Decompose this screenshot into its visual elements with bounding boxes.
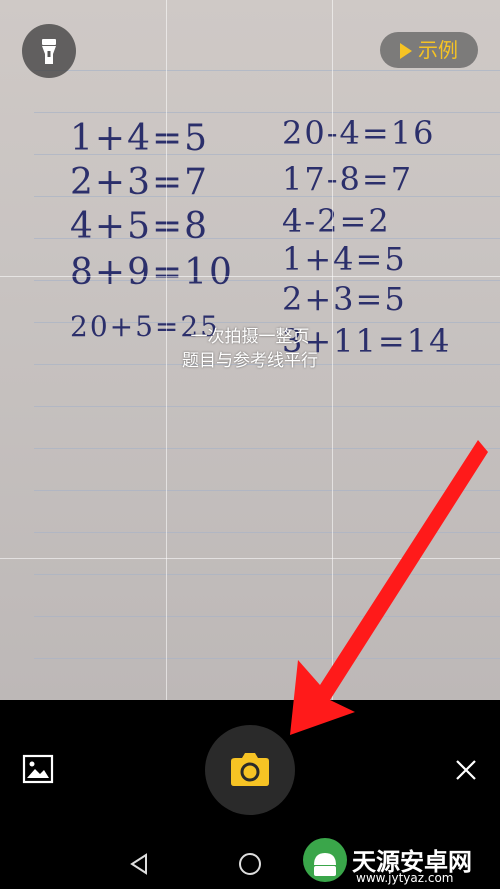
handwritten-equation: 4-2=2 — [282, 202, 391, 240]
camera-viewfinder[interactable]: 1+4=5 2+3=7 4+5=8 8+9=10 20+5=25 20-4=16… — [0, 0, 500, 700]
nav-back-button[interactable] — [126, 850, 154, 878]
image-gallery-icon — [22, 754, 54, 784]
camera-icon — [231, 753, 269, 786]
handwritten-equation: 8+9=10 — [70, 252, 234, 293]
gallery-button[interactable] — [22, 754, 54, 784]
handwritten-equation: 1+4=5 — [70, 118, 210, 159]
watermark-url: www.jytyaz.com — [356, 871, 454, 885]
ruled-line — [34, 448, 500, 449]
home-circle-icon — [239, 853, 261, 875]
play-triangle-icon — [400, 43, 412, 59]
handwritten-equation: 17-8=7 — [282, 160, 414, 198]
handwritten-equation: 1+4=5 — [282, 240, 407, 278]
ruled-line — [34, 616, 500, 617]
back-triangle-icon — [130, 853, 147, 875]
flashlight-icon — [42, 39, 56, 64]
nav-home-button[interactable] — [236, 850, 264, 878]
hint-line-2: 题目与参考线平行 — [182, 351, 318, 371]
handwritten-equation: 2+3=7 — [70, 162, 210, 203]
ruled-line — [34, 532, 500, 533]
close-button[interactable] — [450, 754, 482, 786]
ruled-line — [34, 70, 500, 71]
hint-line-1: 一次拍摄一整页 — [190, 327, 310, 347]
flashlight-button[interactable] — [22, 24, 76, 78]
close-icon — [456, 760, 476, 780]
ruled-line — [34, 490, 500, 491]
handwritten-equation: 4+5=8 — [70, 206, 210, 247]
ruled-line — [34, 574, 500, 575]
example-button[interactable]: 示例 — [380, 32, 478, 68]
shutter-button[interactable] — [205, 725, 295, 815]
ruled-line — [34, 406, 500, 407]
ruled-line — [34, 658, 500, 659]
ruled-line — [34, 112, 500, 113]
guide-line-horizontal — [0, 558, 500, 559]
android-logo-icon — [303, 838, 347, 882]
handwritten-equation: 20-4=16 — [282, 114, 436, 152]
guide-line-horizontal — [0, 276, 500, 277]
handwritten-equation: 2+3=5 — [282, 280, 407, 318]
capture-hint: 一次拍摄一整页 题目与参考线平行 — [0, 325, 500, 373]
example-label: 示例 — [418, 38, 458, 62]
